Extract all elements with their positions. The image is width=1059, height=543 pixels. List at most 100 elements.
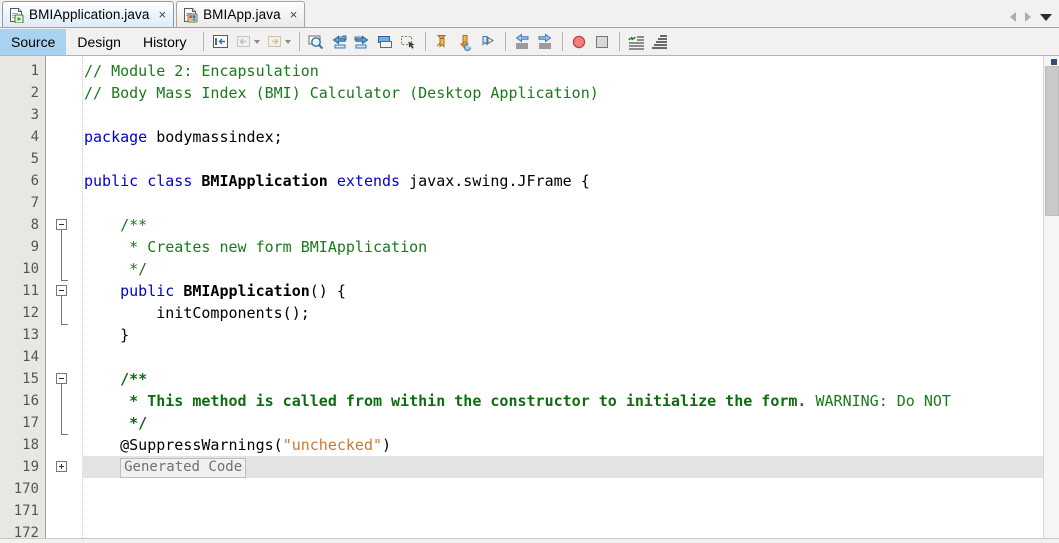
collapsed-fold-label[interactable]: Generated Code [120,457,247,478]
shift-line-left-icon[interactable] [511,31,534,53]
fold-row [46,522,82,538]
line-number: 19 [22,459,39,475]
toggle-bookmark-icon[interactable] [477,31,500,53]
close-icon[interactable]: × [158,8,166,21]
collapse-fold-icon[interactable] [56,373,67,384]
code-line-6: public class BMIApplication extends java… [82,170,1059,192]
document-tab-label: BMIApplication.java [29,7,150,22]
back-dropdown-icon[interactable] [253,39,260,44]
netbeans-editor-window: BMIApplication.java × BMIApp.java × Sour… [0,0,1059,543]
collapse-fold-icon[interactable] [56,219,67,230]
last-edit-position-icon[interactable] [209,31,232,53]
fold-row-javadoc-1 [46,214,82,281]
line-number: 7 [30,195,39,211]
javadoc-open: /** [120,216,148,234]
document-tab-label: BMIApp.java [203,7,281,22]
scroll-tabs-right-icon[interactable] [1025,12,1031,22]
previous-bookmark-icon[interactable] [431,31,454,53]
editor-bottom-edge [0,538,1059,543]
stop-icon[interactable] [591,31,614,53]
expand-fold-icon[interactable] [56,461,67,472]
fold-row [46,346,82,368]
comment-icon[interactable] [625,31,648,53]
fold-row [46,126,82,148]
fold-row [46,500,82,522]
find-previous-icon[interactable] [328,31,351,53]
scroll-tabs-left-icon[interactable] [1010,12,1016,22]
keyword-public: public [84,172,139,190]
tab-source[interactable]: Source [0,28,67,55]
code-text-area[interactable]: // Module 2: Encapsulation // Body Mass … [82,56,1059,538]
code-line-16: * This method is called from within the … [82,390,1059,412]
next-bookmark-icon[interactable] [454,31,477,53]
javadoc-text: * This method is called from within the … [129,392,807,410]
uncomment-icon[interactable] [648,31,671,53]
method-call: initComponents(); [156,304,310,322]
document-tab-bmiapplication[interactable]: BMIApplication.java × [2,1,175,27]
keyword-public: public [120,282,175,300]
fold-row [46,434,82,456]
tab-list-dropdown-icon[interactable] [1040,13,1052,21]
code-line-18: @SuppressWarnings("unchecked") [82,434,1059,456]
javadoc-open: /** [120,370,148,388]
scrollbar-thumb[interactable] [1045,66,1059,216]
java-main-class-icon [8,7,24,23]
comment-text: // Module 2: Encapsulation [84,62,319,80]
find-next-icon[interactable] [351,31,374,53]
line-number-gutter: 1 2 3 4 5 6 7 8 9 10 11 12 13 14 15 16 1… [0,56,46,538]
javadoc-warning-text: WARNING: Do NOT [806,392,951,410]
line-number: 11 [22,283,39,299]
toolbar-separator [298,32,300,51]
close-icon[interactable]: × [290,8,298,21]
tab-history[interactable]: History [132,29,198,55]
collapse-fold-icon[interactable] [56,285,67,296]
line-number: 5 [30,151,39,167]
keyword-class: class [147,172,193,190]
fold-row [46,192,82,214]
code-editor-area[interactable]: 1 2 3 4 5 6 7 8 9 10 11 12 13 14 15 16 1… [0,56,1059,538]
vertical-scrollbar[interactable] [1043,56,1059,538]
toggle-breakpoint-icon[interactable] [568,31,591,53]
forward-dropdown-icon[interactable] [284,39,291,44]
line-number: 17 [22,415,39,431]
line-number: 8 [30,217,39,233]
forward-icon[interactable] [263,31,286,53]
code-line-9: * Creates new form BMIApplication [82,236,1059,258]
toolbar-separator [504,32,506,51]
tab-design[interactable]: Design [66,29,132,55]
code-line-19-collapsed-fold[interactable]: Generated Code [82,456,1059,478]
keyword-package: package [84,128,148,146]
line-number: 9 [30,239,39,255]
code-folding-column [46,56,82,538]
shift-line-right-icon[interactable] [534,31,557,53]
line-number: 10 [22,261,39,277]
fold-row [46,412,82,434]
line-number: 171 [13,503,39,519]
fold-row [46,148,82,170]
line-number: 14 [22,349,39,365]
select-in-projects-icon[interactable] [397,31,420,53]
fold-row [46,236,82,258]
document-tab-bmiapp[interactable]: BMIApp.java × [176,1,306,27]
fold-row [46,390,82,412]
line-number: 12 [22,305,39,321]
line-number: 1 [30,63,39,79]
class-name: BMIApplication [201,172,328,190]
fold-row [46,82,82,104]
fold-row [46,478,82,500]
javadoc-close: */ [129,414,148,432]
find-selection-icon[interactable] [305,31,328,53]
tab-bar-controls [1010,12,1059,27]
toggle-rectangular-selection-icon[interactable] [374,31,397,53]
line-number: 3 [30,107,39,123]
line-number: 6 [30,173,39,189]
back-icon[interactable] [232,31,255,53]
annotation-name: @SuppressWarnings( [120,436,283,454]
line-number: 4 [30,129,39,145]
fold-row-constructor [46,280,82,325]
